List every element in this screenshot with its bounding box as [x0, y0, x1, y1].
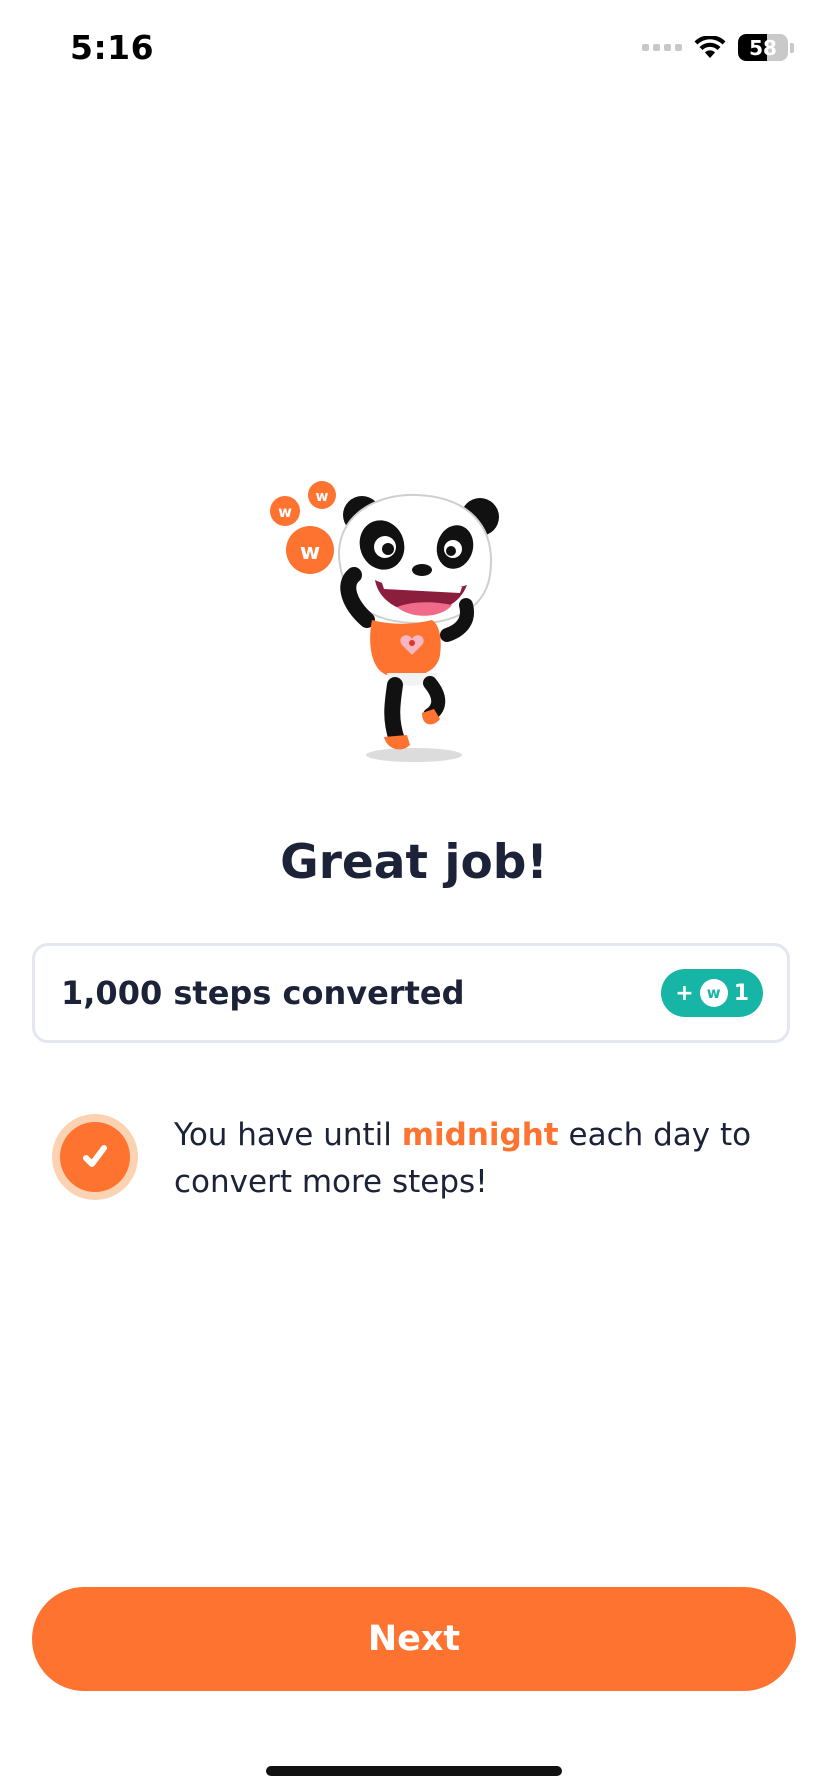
battery-level: 58 — [749, 35, 777, 60]
midnight-info-text: You have until midnight each day to conv… — [174, 1112, 752, 1206]
panda-illustration: w w w — [262, 475, 522, 775]
coin-icon: w — [286, 526, 334, 574]
great-job-screen: 5:16 58 w w w Great job! 1,000 steps con… — [0, 0, 828, 1792]
steps-converted-label: 1,000 steps converted — [61, 974, 465, 1012]
info-text-before: You have until — [174, 1117, 402, 1153]
page-title: Great job! — [280, 835, 548, 890]
status-time: 5:16 — [70, 28, 155, 67]
svg-text:w: w — [300, 540, 320, 565]
reward-prefix: + — [675, 980, 694, 1006]
coin-icon: w — [699, 979, 728, 1007]
home-indicator[interactable] — [266, 1766, 562, 1776]
check-icon — [83, 1145, 107, 1167]
reward-amount: 1 — [733, 980, 749, 1006]
coin-icon: w — [270, 496, 300, 526]
coin-icon: w — [308, 481, 336, 509]
svg-text:w: w — [278, 503, 292, 521]
next-button[interactable]: Next — [32, 1587, 796, 1691]
check-badge — [52, 1114, 138, 1200]
svg-text:w: w — [316, 489, 329, 505]
battery-tip — [790, 42, 794, 53]
reward-badge: + w 1 — [661, 969, 763, 1017]
wifi-icon — [694, 35, 726, 58]
battery-icon: 58 — [738, 34, 788, 61]
cellular-signal-icon — [642, 44, 682, 51]
midnight-info-row: You have until midnight each day to conv… — [52, 1112, 752, 1206]
status-icons: 58 — [642, 34, 794, 61]
info-highlight: midnight — [401, 1117, 559, 1153]
steps-converted-card: 1,000 steps converted + w 1 — [32, 943, 790, 1043]
